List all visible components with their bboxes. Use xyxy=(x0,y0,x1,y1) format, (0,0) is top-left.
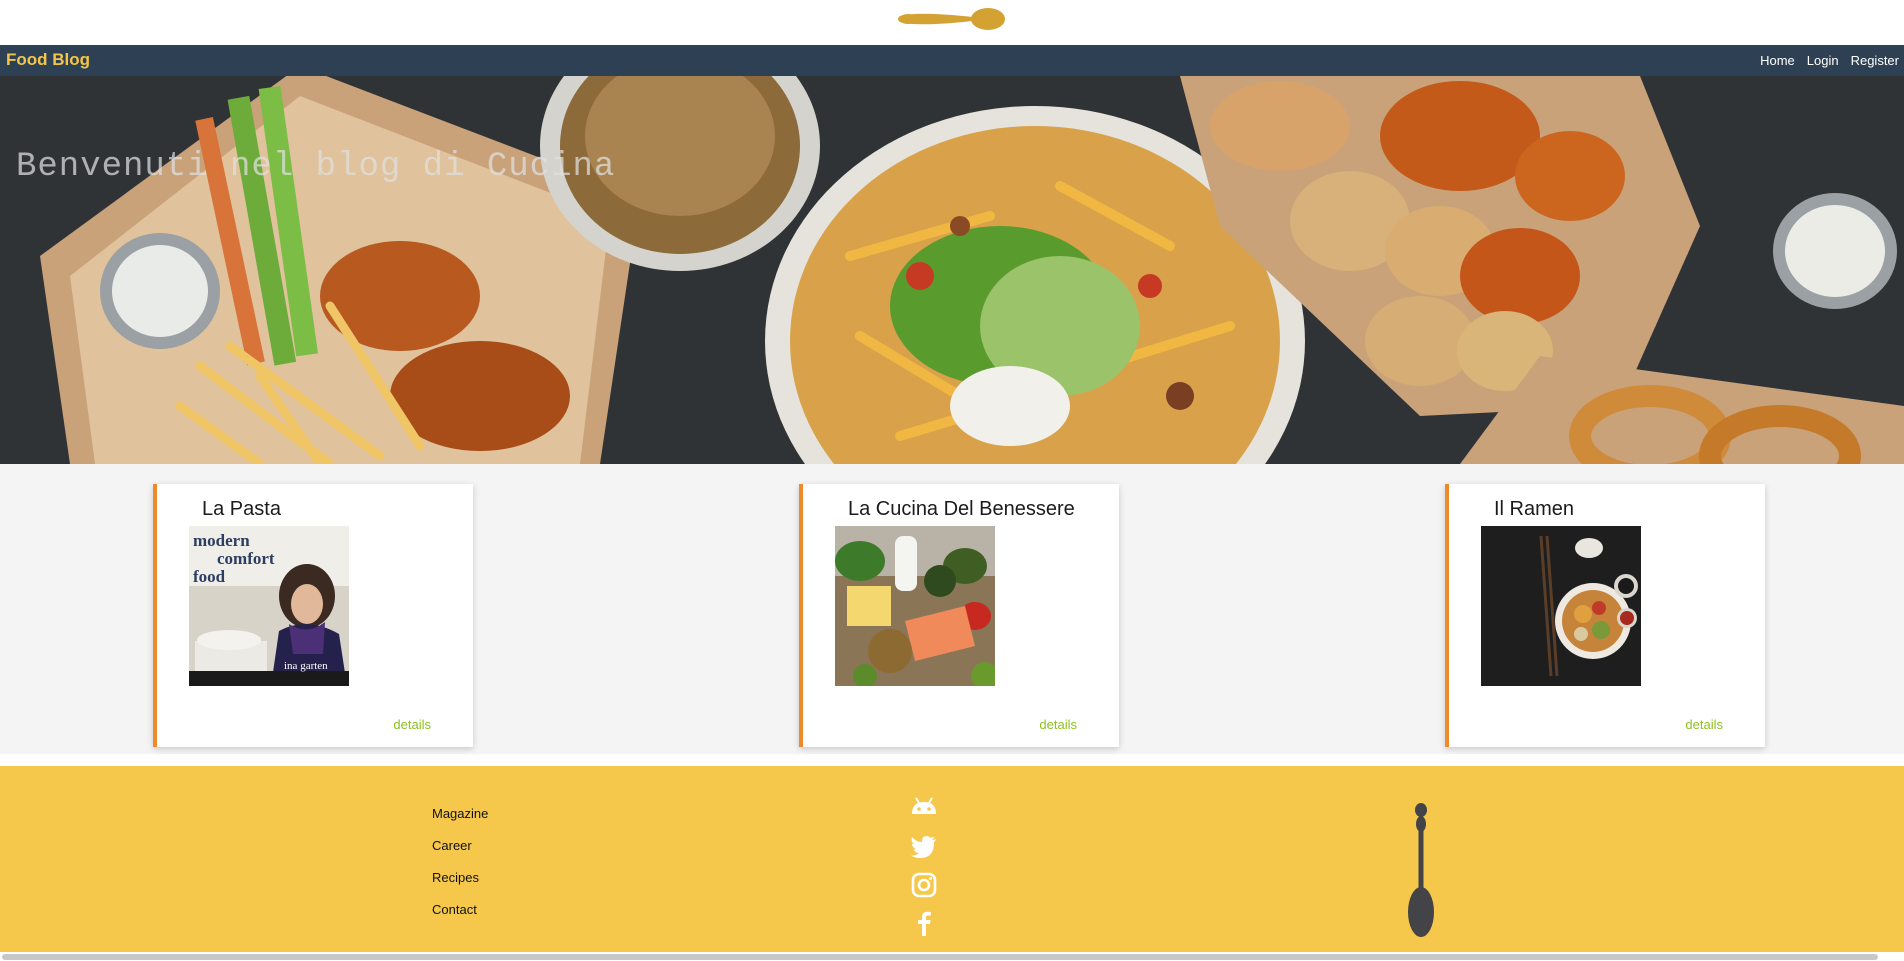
top-logo-bar xyxy=(0,0,1904,45)
card-image-ramen xyxy=(1481,526,1641,686)
card-image-pasta: modern comfort food ina garten xyxy=(189,526,349,686)
instagram-icon[interactable] xyxy=(909,870,939,900)
spoon-logo-icon xyxy=(898,8,1005,30)
spoon-decoration-icon xyxy=(1408,803,1434,937)
twitter-icon[interactable] xyxy=(909,832,939,862)
footer-link-recipes[interactable]: Recipes xyxy=(432,870,488,902)
facebook-icon[interactable] xyxy=(909,908,939,938)
footer-link-career[interactable]: Career xyxy=(432,838,488,870)
navbar: Food Blog Home Login Register xyxy=(0,45,1904,76)
card-la-pasta[interactable]: La Pasta modern comfort food ina garten … xyxy=(153,484,473,747)
android-icon[interactable] xyxy=(909,794,939,824)
nav-register-link[interactable]: Register xyxy=(1844,53,1904,68)
cards-section: La Pasta modern comfort food ina garten … xyxy=(0,464,1904,754)
hero-title: Benvenuti nel blog di Cucina xyxy=(16,148,616,186)
card-image-benessere xyxy=(835,526,995,686)
details-link[interactable]: details xyxy=(1685,717,1723,732)
book-cover-text: food xyxy=(193,567,226,586)
book-cover-text: ina garten xyxy=(284,660,328,672)
card-title: La Pasta xyxy=(202,498,281,520)
nav-login-link[interactable]: Login xyxy=(1800,53,1844,68)
footer-link-magazine[interactable]: Magazine xyxy=(432,806,488,838)
hero-banner: Benvenuti nel blog di Cucina xyxy=(0,76,1904,464)
details-link[interactable]: details xyxy=(1039,717,1077,732)
card-la-cucina-del-benessere[interactable]: La Cucina Del Benessere details xyxy=(799,484,1119,747)
book-cover-text: comfort xyxy=(217,549,275,568)
social-icons xyxy=(909,794,941,946)
footer-link-contact[interactable]: Contact xyxy=(432,902,488,934)
card-il-ramen[interactable]: Il Ramen details xyxy=(1445,484,1765,747)
brand-logo[interactable]: Food Blog xyxy=(6,50,90,70)
horizontal-scrollbar[interactable] xyxy=(2,954,1878,960)
footer-links: Magazine Career Recipes Contact xyxy=(432,806,488,934)
card-title: La Cucina Del Benessere xyxy=(848,498,1075,520)
details-link[interactable]: details xyxy=(393,717,431,732)
footer: Magazine Career Recipes Contact xyxy=(0,766,1904,952)
nav-home-link[interactable]: Home xyxy=(1753,53,1800,68)
nav-links: Home Login Register xyxy=(1753,53,1904,68)
book-cover-text: modern xyxy=(193,531,250,550)
hero-food-image xyxy=(0,76,1904,464)
card-title: Il Ramen xyxy=(1494,498,1575,520)
